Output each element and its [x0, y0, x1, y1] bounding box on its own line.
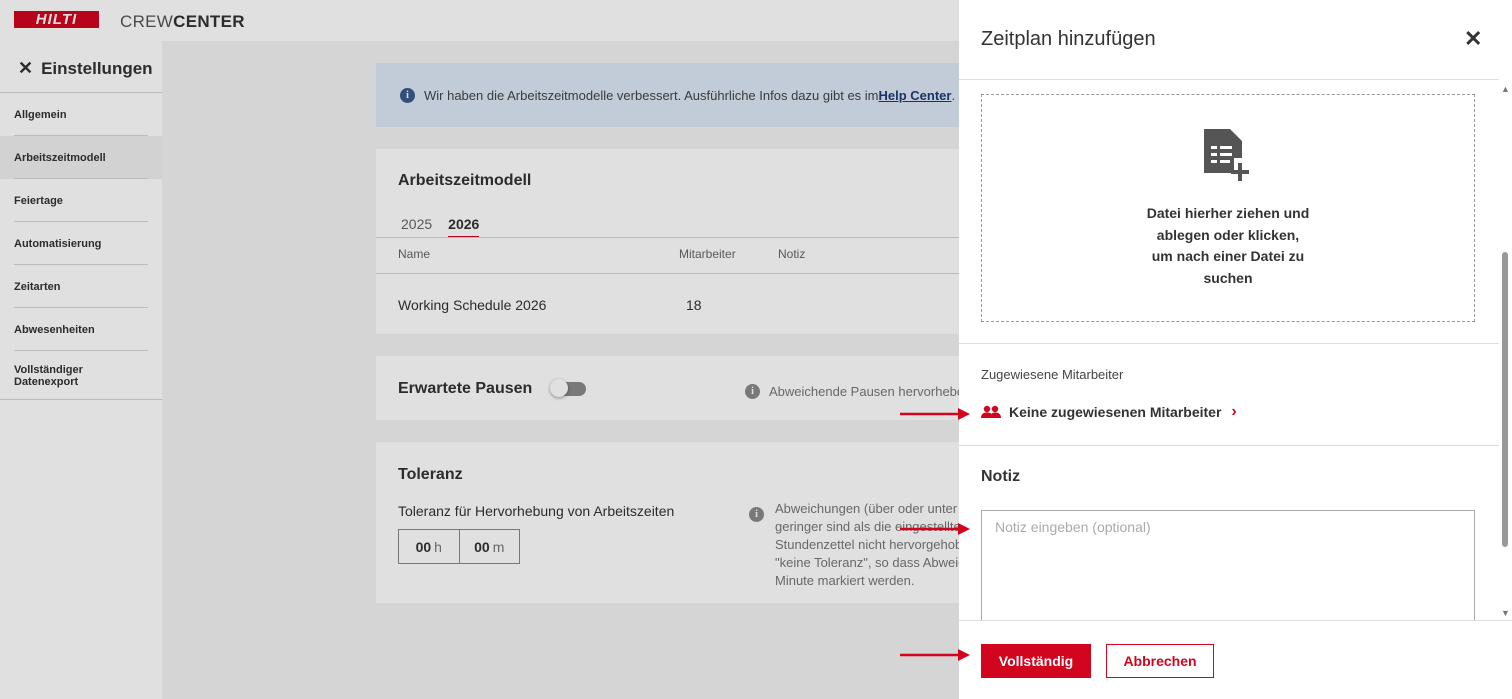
scroll-down-icon[interactable]: ▼ [1501, 608, 1510, 618]
file-dropzone[interactable]: Datei hierher ziehen und ablegen oder kl… [981, 94, 1475, 322]
scrollbar-thumb[interactable] [1502, 252, 1508, 547]
note-input[interactable] [981, 510, 1475, 620]
assigned-employees-label: Zugewiesene Mitarbeiter [981, 367, 1124, 382]
people-icon [981, 405, 1001, 418]
arrow-annotation [900, 408, 970, 420]
cancel-button[interactable]: Abbrechen [1106, 644, 1214, 678]
arrow-annotation [900, 523, 970, 535]
scrollbar[interactable]: ▲ ▼ [1500, 82, 1512, 620]
complete-button[interactable]: Vollständig [981, 644, 1091, 678]
document-add-icon [1204, 129, 1249, 181]
arrow-annotation [900, 649, 970, 661]
add-schedule-drawer: Zeitplan hinzufügen ✕ Datei hierher zieh… [959, 0, 1512, 699]
drawer-title: Zeitplan hinzufügen [981, 28, 1156, 50]
drawer-footer: Vollständig Abbrechen [959, 620, 1512, 699]
divider [959, 79, 1499, 80]
scroll-up-icon[interactable]: ▲ [1501, 84, 1510, 94]
modal-backdrop[interactable] [0, 0, 959, 699]
close-icon[interactable]: ✕ [1464, 27, 1482, 51]
divider [959, 343, 1499, 344]
assign-employees-link[interactable]: Keine zugewiesenen Mitarbeiter › [981, 403, 1237, 421]
assign-employees-label: Keine zugewiesenen Mitarbeiter [1009, 404, 1222, 420]
divider [959, 445, 1499, 446]
chevron-right-icon: › [1231, 403, 1237, 420]
dropzone-text: Datei hierher ziehen und ablegen oder kl… [1146, 205, 1310, 286]
note-title: Notiz [981, 468, 1021, 485]
